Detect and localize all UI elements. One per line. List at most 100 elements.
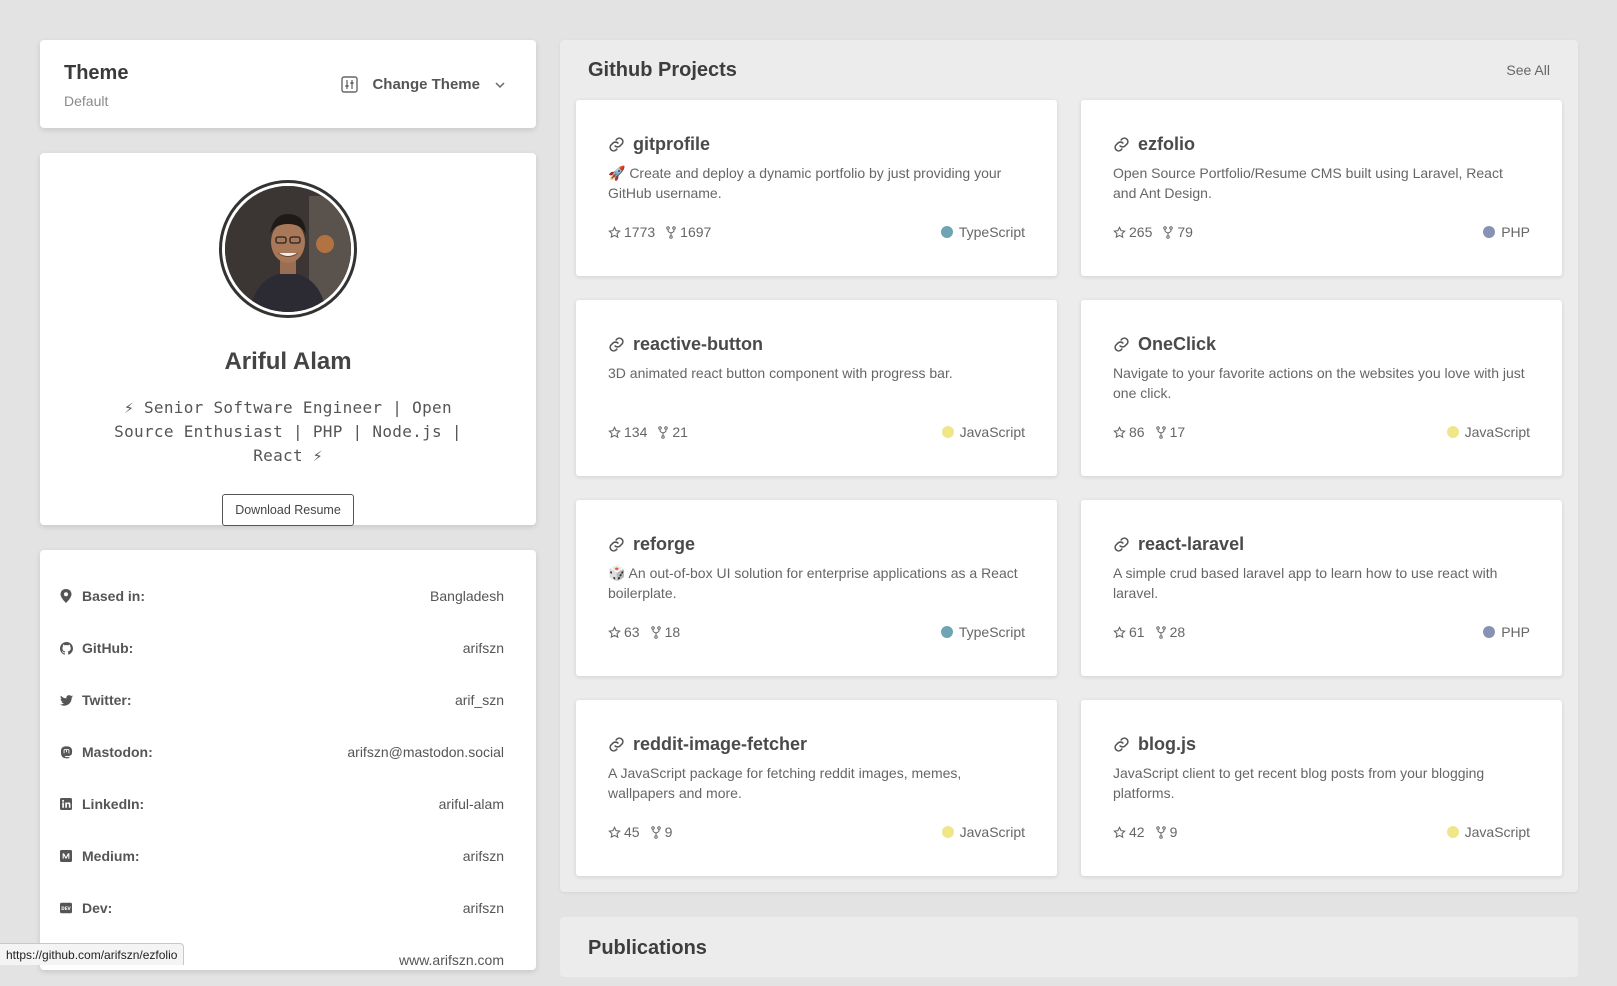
detail-label: Based in:: [82, 588, 145, 604]
detail-value[interactable]: www.arifszn.com: [399, 952, 504, 968]
project-card[interactable]: reforge 🎲 An out-of-box UI solution for e…: [576, 500, 1057, 676]
project-name: reddit-image-fetcher: [633, 734, 807, 755]
github-projects-title: Github Projects: [588, 59, 737, 82]
stars-value: 1773: [624, 224, 655, 240]
project-stats: 429JavaScript: [1113, 824, 1530, 840]
project-title-link[interactable]: reforge: [608, 534, 1025, 555]
sliders-icon: [341, 76, 358, 93]
forks-count: 9: [650, 824, 673, 840]
detail-value[interactable]: ariful-alam: [439, 796, 504, 812]
project-description: A JavaScript package for fetching reddit…: [608, 763, 1025, 803]
star-icon: [1113, 226, 1126, 239]
language-name: JavaScript: [1465, 824, 1530, 840]
detail-value[interactable]: arif_szn: [455, 692, 504, 708]
project-card[interactable]: reactive-button 3D animated react button …: [576, 300, 1057, 476]
project-title-link[interactable]: ezfolio: [1113, 134, 1530, 155]
project-card[interactable]: OneClickNavigate to your favorite action…: [1081, 300, 1562, 476]
project-title-link[interactable]: OneClick: [1113, 334, 1530, 355]
forks-value: 21: [672, 424, 688, 440]
project-stats: 45 9 JavaScript: [608, 824, 1025, 840]
star-icon: [608, 626, 621, 639]
detail-label: Medium:: [82, 848, 140, 864]
forks-value: 28: [1170, 624, 1186, 640]
detail-row-linkedin[interactable]: LinkedIn: ariful-alam: [60, 778, 504, 830]
project-card[interactable]: react-laravel A simple crud based laravel…: [1081, 500, 1562, 676]
project-description: 3D animated react button component with …: [608, 363, 1025, 403]
language-name: JavaScript: [960, 424, 1025, 440]
project-stats: 8617JavaScript: [1113, 424, 1530, 440]
theme-card: Theme Default Change Theme: [40, 40, 536, 128]
linkedin-icon: [60, 798, 82, 810]
forks-count: 9: [1155, 824, 1178, 840]
language-color-dot: [1447, 426, 1459, 438]
chevron-down-icon: [494, 79, 506, 91]
forks-value: 17: [1170, 424, 1186, 440]
project-name: react-laravel: [1138, 534, 1244, 555]
language-name: TypeScript: [959, 624, 1025, 640]
link-icon: [608, 336, 625, 353]
profile-bio: ⚡ Senior Software Engineer | Open Source…: [93, 396, 483, 468]
detail-row-github[interactable]: GitHub: arifszn: [60, 622, 504, 674]
forks-count: 79: [1162, 224, 1193, 240]
detail-row-mastodon[interactable]: Mastodon: arifszn@mastodon.social: [60, 726, 504, 778]
forks-value: 79: [1177, 224, 1193, 240]
stars-count: 45: [608, 824, 640, 840]
project-title-link[interactable]: reactive-button: [608, 334, 1025, 355]
language-color-dot: [941, 226, 953, 238]
language-color-dot: [1447, 826, 1459, 838]
download-resume-button[interactable]: Download Resume: [222, 494, 354, 526]
language-color-dot: [1483, 626, 1495, 638]
detail-label: Mastodon:: [82, 744, 153, 760]
detail-value[interactable]: arifszn@mastodon.social: [347, 744, 504, 760]
svg-text:DEV: DEV: [61, 906, 71, 911]
project-name: reforge: [633, 534, 695, 555]
project-name: reactive-button: [633, 334, 763, 355]
link-icon: [608, 536, 625, 553]
project-card[interactable]: ezfolio Open Source Portfolio/Resume CMS …: [1081, 100, 1562, 276]
star-icon: [1113, 826, 1126, 839]
language-name: JavaScript: [960, 824, 1025, 840]
mastodon-icon: [60, 746, 82, 759]
stars-count: 86: [1113, 424, 1145, 440]
language-color-dot: [941, 626, 953, 638]
change-theme-button[interactable]: Change Theme: [341, 76, 506, 93]
detail-value[interactable]: arifszn: [463, 848, 504, 864]
project-description: 🎲 An out-of-box UI solution for enterpri…: [608, 563, 1025, 603]
project-card[interactable]: gitprofile🚀 Create and deploy a dynamic …: [576, 100, 1057, 276]
twitter-icon: [60, 695, 82, 706]
see-all-link[interactable]: See All: [1506, 62, 1550, 78]
project-language: TypeScript: [941, 624, 1025, 640]
project-card[interactable]: blog.jsJavaScript client to get recent b…: [1081, 700, 1562, 876]
project-title-link[interactable]: gitprofile: [608, 134, 1025, 155]
detail-value[interactable]: arifszn: [463, 640, 504, 656]
project-description: A simple crud based laravel app to learn…: [1113, 563, 1530, 603]
star-icon: [608, 426, 621, 439]
publications-title: Publications: [588, 937, 707, 960]
left-column: Theme Default Change Theme: [40, 40, 536, 970]
project-title-link[interactable]: react-laravel: [1113, 534, 1530, 555]
link-icon: [608, 736, 625, 753]
project-title-link[interactable]: reddit-image-fetcher: [608, 734, 1025, 755]
project-title-link[interactable]: blog.js: [1113, 734, 1530, 755]
project-description: Open Source Portfolio/Resume CMS built u…: [1113, 163, 1530, 203]
link-icon: [608, 136, 625, 153]
status-bar-url: https://github.com/arifszn/ezfolio: [0, 943, 184, 965]
theme-subtitle: Default: [64, 93, 512, 109]
location-pin-icon: [60, 589, 82, 603]
language-name: TypeScript: [959, 224, 1025, 240]
github-icon: [60, 642, 82, 655]
project-language: PHP: [1483, 624, 1530, 640]
project-card[interactable]: reddit-image-fetcher A JavaScript package…: [576, 700, 1057, 876]
stars-count: 265: [1113, 224, 1152, 240]
language-name: PHP: [1501, 624, 1530, 640]
detail-row-dev[interactable]: DEV Dev: arifszn: [60, 882, 504, 934]
fork-icon: [657, 426, 669, 439]
fork-icon: [650, 626, 662, 639]
detail-row-twitter[interactable]: Twitter: arif_szn: [60, 674, 504, 726]
project-name: gitprofile: [633, 134, 710, 155]
detail-value[interactable]: arifszn: [463, 900, 504, 916]
detail-label: Dev:: [82, 900, 112, 916]
stars-count: 61: [1113, 624, 1145, 640]
star-icon: [608, 826, 621, 839]
detail-row-medium[interactable]: Medium: arifszn: [60, 830, 504, 882]
